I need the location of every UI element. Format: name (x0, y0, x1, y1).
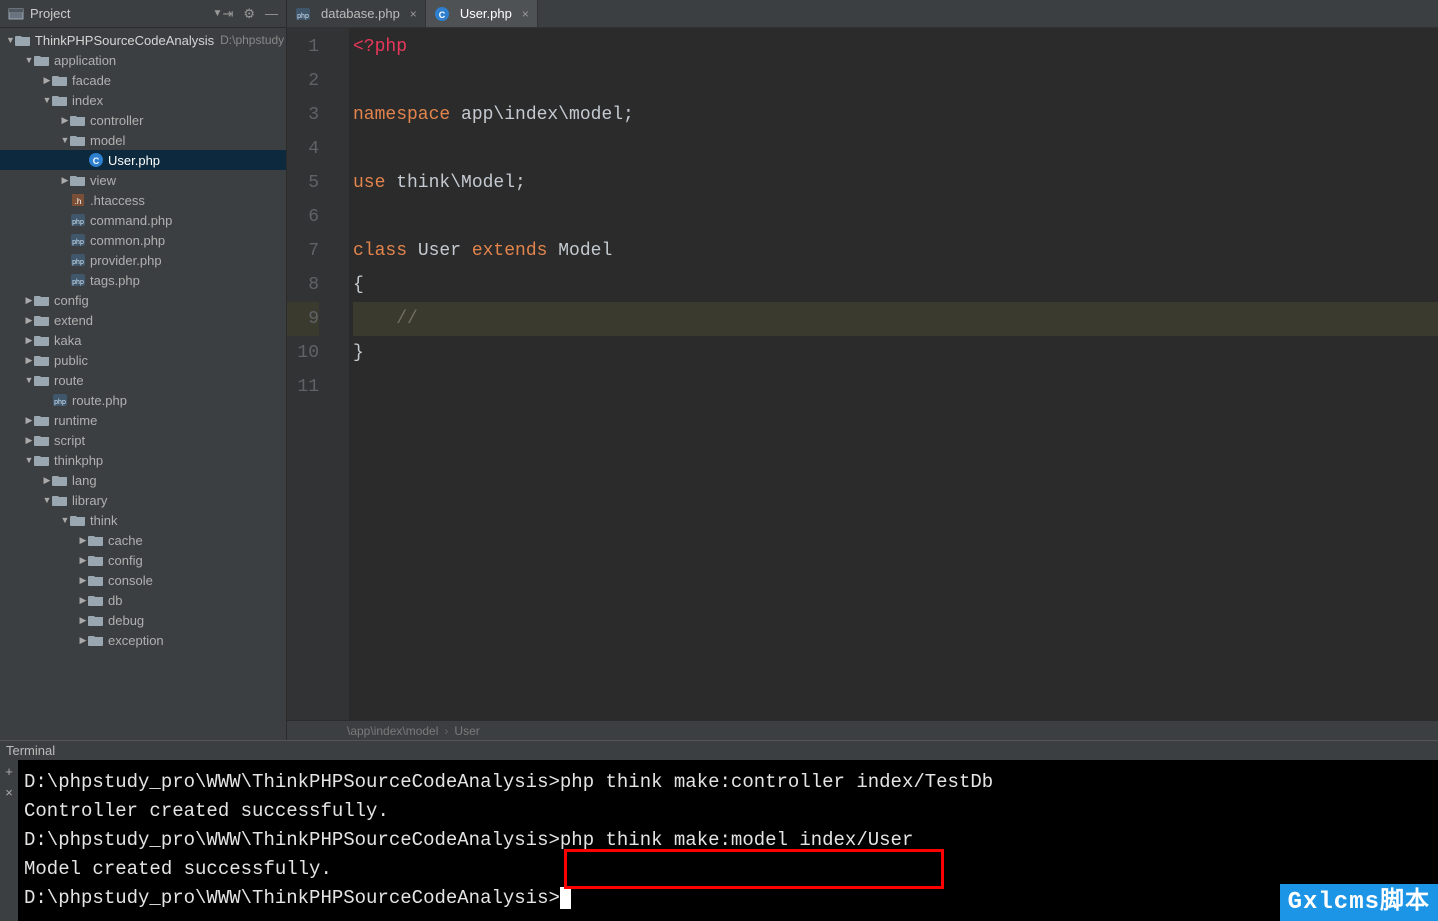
collapse-icon[interactable]: ⇥ (222, 6, 233, 22)
gutter: 1234567891011 (287, 28, 333, 720)
tree-item-route-php[interactable]: phproute.php (0, 390, 286, 410)
terminal-header[interactable]: Terminal (0, 740, 1438, 760)
tree-item-debug[interactable]: ▶debug (0, 610, 286, 630)
tree-item-thinkphp[interactable]: ▼thinkphp (0, 450, 286, 470)
tree-item-think[interactable]: ▼think (0, 510, 286, 530)
project-panel-header[interactable]: Project ▼ ⇥ ⚙ — (0, 0, 286, 28)
tree-item-public[interactable]: ▶public (0, 350, 286, 370)
tree-item-config[interactable]: ▶config (0, 550, 286, 570)
tree-item-route[interactable]: ▼route (0, 370, 286, 390)
terminal-title: Terminal (6, 743, 55, 758)
gutter-marks (333, 28, 349, 720)
terminal[interactable]: D:\phpstudy_pro\WWW\ThinkPHPSourceCodeAn… (18, 760, 1438, 921)
file-icon: php (295, 6, 311, 22)
tree-item-lang[interactable]: ▶lang (0, 470, 286, 490)
dropdown-icon[interactable]: ▼ (213, 8, 223, 19)
svg-text:php: php (72, 279, 84, 286)
tree-item-script[interactable]: ▶script (0, 430, 286, 450)
terminal-side-toolbar: + × (0, 760, 18, 921)
terminal-line: D:\phpstudy_pro\WWW\ThinkPHPSourceCodeAn… (24, 768, 1432, 797)
tree-item-library[interactable]: ▼library (0, 490, 286, 510)
tree-item-provider-php[interactable]: phpprovider.php (0, 250, 286, 270)
close-icon[interactable]: × (522, 7, 529, 21)
tree-item--htaccess[interactable]: .h.htaccess (0, 190, 286, 210)
code-line-3[interactable]: namespace app\index\model; (353, 98, 1438, 132)
terminal-panel: + × D:\phpstudy_pro\WWW\ThinkPHPSourceCo… (0, 760, 1438, 921)
panel-title: Project (30, 6, 209, 21)
tree-item-tags-php[interactable]: phptags.php (0, 270, 286, 290)
terminal-line: Controller created successfully. (24, 797, 1432, 826)
project-icon (8, 6, 24, 22)
gear-icon[interactable]: ⚙ (243, 6, 255, 22)
tab-User-php[interactable]: C User.php × (426, 0, 538, 27)
editor-area: php database.php × C User.php × 1234567891011… (287, 0, 1438, 740)
code-line-8[interactable]: { (353, 268, 1438, 302)
tree-item-model[interactable]: ▼model (0, 130, 286, 150)
chevron-right-icon: › (444, 724, 448, 738)
terminal-highlight-box (564, 849, 944, 889)
file-icon: C (434, 6, 450, 22)
tree-item-application[interactable]: ▼application (0, 50, 286, 70)
code-line-11[interactable] (353, 370, 1438, 404)
project-tree[interactable]: ▼ThinkPHPSourceCodeAnalysisD:\phpstudy▼a… (0, 28, 286, 740)
tree-item-command-php[interactable]: phpcommand.php (0, 210, 286, 230)
tab-database-php[interactable]: php database.php × (287, 0, 426, 27)
code-line-10[interactable]: } (353, 336, 1438, 370)
tree-item-controller[interactable]: ▶controller (0, 110, 286, 130)
close-icon[interactable]: × (410, 7, 417, 21)
code-line-9[interactable]: // (353, 302, 1438, 336)
code-line-1[interactable]: <?php (353, 30, 1438, 64)
tree-item-view[interactable]: ▶view (0, 170, 286, 190)
watermark: Gxlcms脚本 (1280, 884, 1438, 921)
code-content[interactable]: <?php namespace app\index\model; use think… (349, 28, 1438, 720)
code-line-6[interactable] (353, 200, 1438, 234)
terminal-cursor (560, 887, 571, 909)
code-line-5[interactable]: use think\Model; (353, 166, 1438, 200)
add-terminal-icon[interactable]: + (5, 764, 13, 779)
breadcrumb[interactable]: \app\index\model › User (287, 720, 1438, 740)
svg-text:php: php (54, 399, 66, 406)
tab-label: database.php (321, 6, 400, 21)
editor-tabs[interactable]: php database.php × C User.php × (287, 0, 1438, 28)
tree-item-kaka[interactable]: ▶kaka (0, 330, 286, 350)
svg-text:php: php (72, 239, 84, 246)
tree-item-config[interactable]: ▶config (0, 290, 286, 310)
tab-label: User.php (460, 6, 512, 21)
tree-item-runtime[interactable]: ▶runtime (0, 410, 286, 430)
tree-item-db[interactable]: ▶db (0, 590, 286, 610)
minimize-icon[interactable]: — (265, 6, 278, 21)
svg-text:C: C (93, 156, 100, 166)
breadcrumb-leaf[interactable]: User (454, 724, 479, 738)
tree-item-extend[interactable]: ▶extend (0, 310, 286, 330)
code-line-4[interactable] (353, 132, 1438, 166)
project-panel: Project ▼ ⇥ ⚙ — ▼ThinkPHPSourceCodeAnaly… (0, 0, 287, 740)
code-line-7[interactable]: class User extends Model (353, 234, 1438, 268)
close-terminal-icon[interactable]: × (5, 785, 13, 800)
svg-text:php: php (72, 219, 84, 226)
svg-text:.h: .h (75, 197, 82, 206)
svg-text:php: php (297, 13, 309, 20)
tree-root[interactable]: ▼ThinkPHPSourceCodeAnalysisD:\phpstudy (0, 30, 286, 50)
tree-item-exception[interactable]: ▶exception (0, 630, 286, 650)
tree-item-common-php[interactable]: phpcommon.php (0, 230, 286, 250)
tree-item-cache[interactable]: ▶cache (0, 530, 286, 550)
svg-text:php: php (72, 259, 84, 266)
tree-item-index[interactable]: ▼index (0, 90, 286, 110)
code-editor[interactable]: 1234567891011 <?php namespace app\index\m… (287, 28, 1438, 720)
tree-item-console[interactable]: ▶console (0, 570, 286, 590)
code-line-2[interactable] (353, 64, 1438, 98)
tree-item-facade[interactable]: ▶facade (0, 70, 286, 90)
svg-text:C: C (439, 10, 446, 20)
tree-item-User-php[interactable]: CUser.php (0, 150, 286, 170)
breadcrumb-path[interactable]: \app\index\model (347, 724, 438, 738)
